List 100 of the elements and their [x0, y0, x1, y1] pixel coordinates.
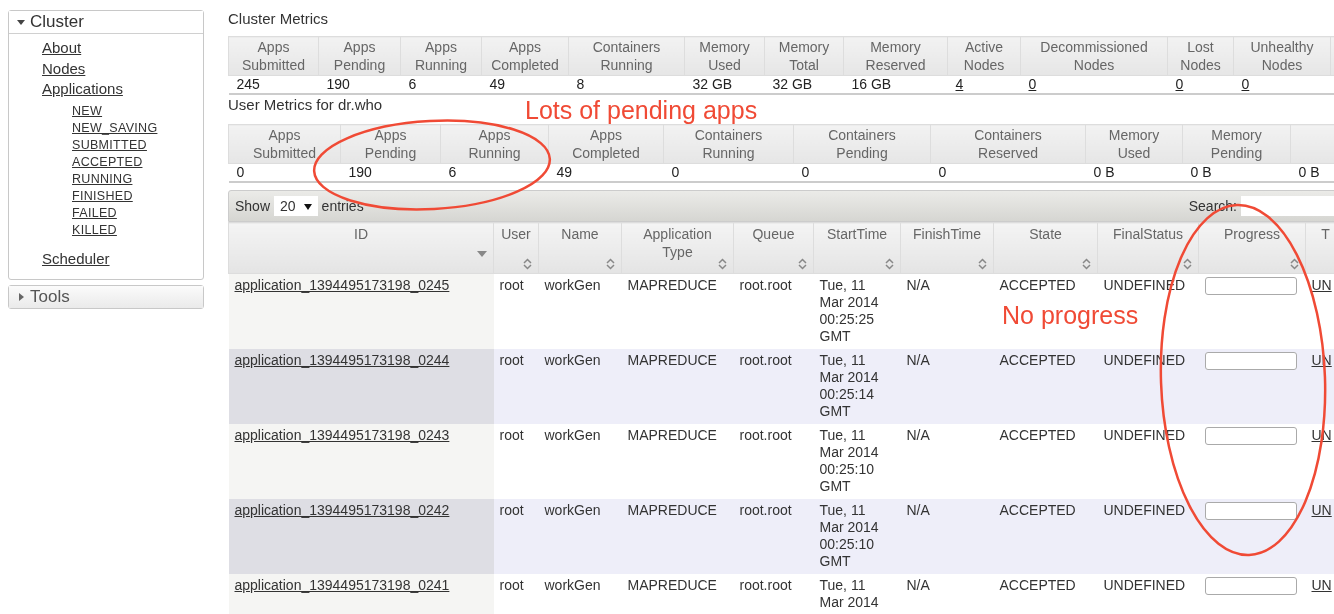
column-header[interactable]: ID [228, 222, 494, 274]
column-header[interactable]: Name [538, 222, 622, 274]
metric-value: 32 GB [692, 76, 733, 92]
column-header: Apps Running [414, 38, 468, 74]
sidebar-sublink[interactable]: FINISHED [72, 187, 133, 205]
column-header: Memory Used [699, 38, 750, 74]
finish-time-cell: N/A [906, 426, 930, 443]
application-link[interactable]: application_1394495173198_0245 [234, 277, 450, 293]
type-cell: MAPREDUCE [627, 501, 717, 518]
finish-time-cell: N/A [906, 501, 930, 518]
metric-value: 0 B [1093, 164, 1115, 180]
section-title: User Metrics for dr.who [228, 96, 383, 114]
start-time-cell: Tue, 11 Mar 2014 [819, 576, 879, 610]
sort-icon [978, 258, 987, 270]
sidebar-sublink[interactable]: FAILED [72, 204, 117, 222]
sort-icon [885, 258, 894, 270]
sort-icon [606, 258, 615, 270]
sidebar-section-header[interactable]: Tools [9, 286, 203, 308]
column-header[interactable]: FinalStatus [1097, 222, 1199, 274]
user-cell: root [499, 426, 524, 443]
application-link[interactable]: application_1394495173198_0243 [234, 426, 450, 443]
sidebar-link[interactable]: Scheduler [42, 248, 110, 268]
column-header: Containers Pending [828, 126, 896, 162]
section-title: Cluster Metrics [228, 10, 328, 28]
application-link[interactable]: application_1394495173198_0242 [234, 501, 450, 518]
sidebar-sublink[interactable]: RUNNING [72, 170, 133, 188]
sort-icon [1082, 258, 1091, 270]
name-cell: workGen [544, 426, 601, 443]
queue-cell: root.root [739, 351, 792, 368]
column-header: Memory Pending [1210, 126, 1263, 162]
column-header: Apps Running [468, 126, 521, 162]
column-header[interactable]: State [993, 222, 1098, 274]
sidebar-sublink[interactable]: NEW [72, 102, 103, 120]
column-header: Apps Submitted [253, 126, 316, 162]
column-header: Active Nodes [963, 38, 1005, 74]
metric-value: 32 GB [772, 76, 813, 92]
truncated-link[interactable]: UN [1311, 277, 1332, 293]
metric-link[interactable]: 0 [1028, 76, 1037, 92]
metric-link[interactable]: 0 [1175, 76, 1184, 92]
sort-icon [1183, 258, 1192, 270]
column-header: Apps Completed [491, 38, 559, 74]
page-size-select[interactable]: 20 [274, 196, 318, 216]
final-status-cell: UNDEFINED [1103, 576, 1186, 593]
user-cell: root [499, 501, 524, 518]
sidebar-sublink[interactable]: ACCEPTED [72, 153, 143, 171]
queue-cell: root.root [739, 501, 792, 518]
sort-icon [1290, 258, 1299, 270]
metric-value: 8 [576, 76, 585, 92]
metric-value: 245 [236, 76, 260, 92]
sidebar-link[interactable]: Nodes [42, 58, 86, 78]
type-cell: MAPREDUCE [627, 426, 717, 443]
metric-value: 0 B [1298, 164, 1320, 180]
queue-cell: root.root [739, 277, 792, 293]
start-time-cell: Tue, 11 Mar 2014 00:25:25 GMT [819, 277, 879, 344]
final-status-cell: UNDEFINED [1103, 501, 1186, 518]
column-header[interactable]: Progress [1198, 222, 1306, 274]
start-time-cell: Tue, 11 Mar 2014 00:25:10 GMT [819, 426, 879, 494]
sidebar-sublink[interactable]: NEW_SAVING [72, 119, 158, 137]
truncated-link[interactable]: UN [1311, 501, 1332, 518]
metric-value: 6 [448, 164, 457, 180]
truncated-link[interactable]: UN [1311, 576, 1332, 593]
user-cell: root [499, 277, 524, 293]
caret-right-icon [17, 293, 25, 301]
state-cell: ACCEPTED [999, 277, 1076, 293]
sidebar-sublink[interactable]: SUBMITTED [72, 136, 147, 154]
metric-value: 49 [489, 76, 506, 92]
column-header[interactable]: T [1305, 222, 1334, 274]
sidebar-sublink[interactable]: KILLED [72, 221, 117, 239]
column-header[interactable]: User [493, 222, 539, 274]
annotation-text: Lots of pending apps [525, 95, 758, 125]
sidebar-section-header[interactable]: Cluster [9, 11, 203, 34]
caret-down-icon [17, 18, 25, 26]
sort-icon [718, 258, 727, 270]
sidebar-link[interactable]: Applications [42, 79, 123, 98]
sort-icon [523, 258, 532, 270]
state-cell: ACCEPTED [999, 576, 1076, 593]
metric-value: 16 GB [851, 76, 892, 92]
column-header[interactable]: FinishTime [900, 222, 994, 274]
metric-value: 0 [938, 164, 947, 180]
state-cell: ACCEPTED [999, 501, 1076, 518]
application-link[interactable]: application_1394495173198_0244 [234, 351, 450, 368]
column-header[interactable]: StartTime [813, 222, 901, 274]
caret-down-icon [303, 202, 312, 210]
column-header[interactable]: Queue [733, 222, 814, 274]
column-header[interactable]: Application Type [621, 222, 734, 274]
metric-value: 49 [556, 164, 573, 180]
column-header: Containers Reserved [974, 126, 1042, 162]
name-cell: workGen [544, 576, 601, 593]
name-cell: workGen [544, 351, 601, 368]
state-cell: ACCEPTED [999, 351, 1076, 368]
metric-value: 0 [236, 164, 245, 180]
column-header: Apps Pending [333, 38, 386, 74]
metric-link[interactable]: 4 [955, 76, 964, 92]
metric-link[interactable]: 0 [1241, 76, 1250, 92]
queue-cell: root.root [739, 576, 792, 593]
sidebar-link[interactable]: About [42, 38, 82, 57]
metric-value: 0 [801, 164, 810, 180]
search-field[interactable] [1241, 196, 1334, 216]
column-header: Memory Total [778, 38, 830, 74]
metric-value: 190 [326, 76, 350, 92]
